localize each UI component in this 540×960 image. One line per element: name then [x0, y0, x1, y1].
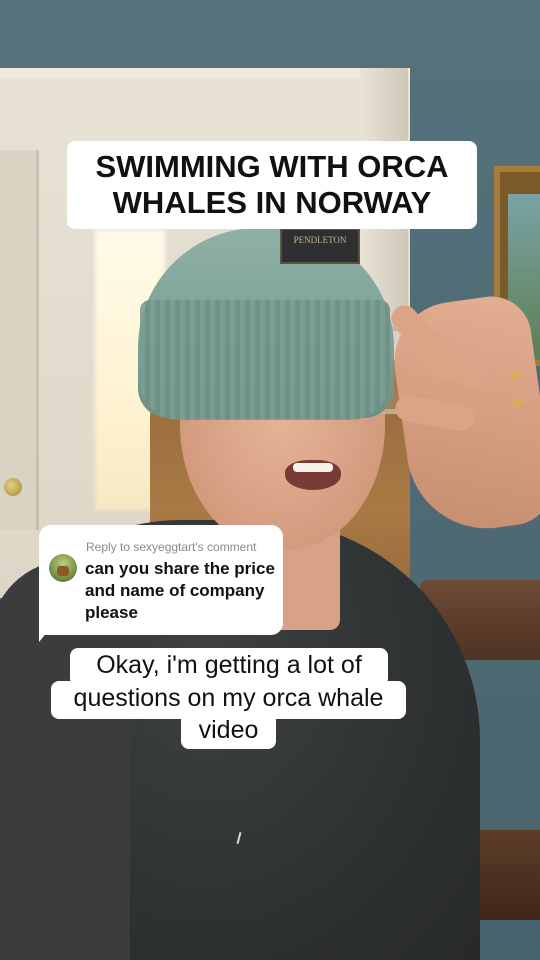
reply-bubble-tail [39, 620, 57, 642]
reply-meta-label: Reply to sexyeggtart's comment [86, 540, 257, 554]
video-frame[interactable]: PENDLETON SWIMMING WITH ORCA WHALES IN N… [0, 0, 540, 960]
reply-comment-text: can you share the price and name of comp… [85, 559, 275, 622]
beanie-logo-patch: PENDLETON [280, 228, 360, 264]
video-title-overlay: SWIMMING WITH ORCA WHALES IN NORWAY [67, 141, 477, 229]
beanie-cuff [140, 300, 390, 420]
title-line-1: SWIMMING WITH ORCA [95, 149, 449, 184]
commenter-avatar [49, 554, 77, 582]
caption-line-3: video [181, 713, 276, 749]
mouth [285, 460, 341, 490]
door-panel [0, 150, 39, 530]
doorknob [4, 478, 22, 496]
title-line-2: WHALES IN NORWAY [112, 185, 432, 220]
